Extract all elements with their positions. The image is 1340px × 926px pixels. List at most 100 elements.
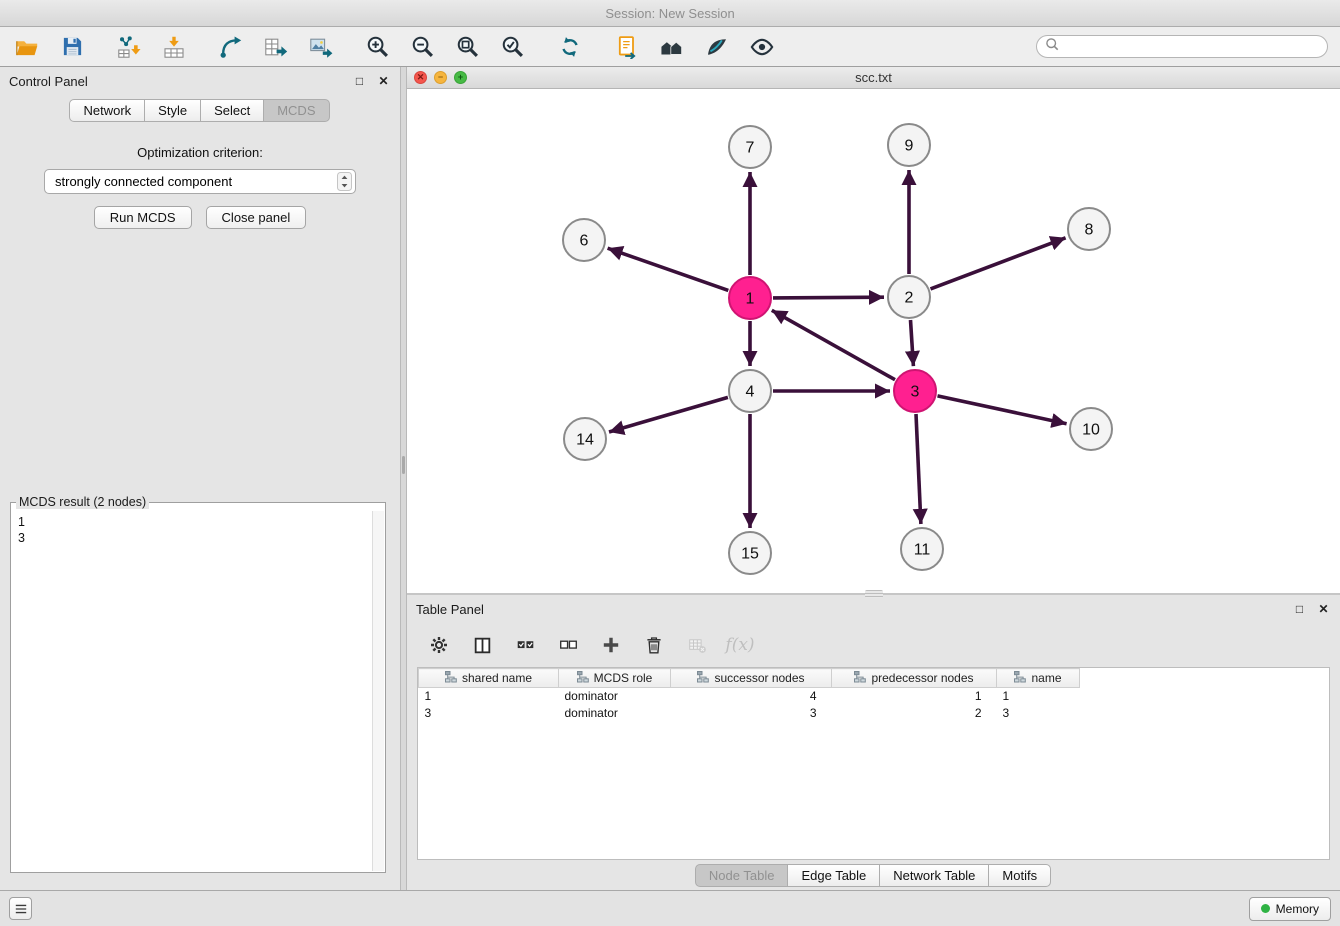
column-header-successor-nodes[interactable]: successor nodes — [671, 669, 832, 688]
node-2[interactable]: 2 — [888, 276, 930, 318]
table-row[interactable]: 3dominator323 — [419, 705, 1080, 722]
table-cell[interactable]: 3 — [997, 705, 1080, 722]
paint-style-icon[interactable] — [702, 32, 732, 62]
node-3[interactable]: 3 — [894, 370, 936, 412]
export-table-icon[interactable] — [261, 32, 291, 62]
column-header-name[interactable]: name — [997, 669, 1080, 688]
save-session-icon[interactable] — [57, 32, 87, 62]
table-cell[interactable]: dominator — [559, 688, 671, 705]
result-line: 3 — [18, 530, 372, 546]
edge-1-6[interactable] — [608, 248, 729, 290]
minimize-window-icon[interactable]: − — [434, 71, 447, 84]
close-panel-icon[interactable]: ✕ — [1316, 602, 1331, 617]
column-header-predecessor-nodes[interactable]: predecessor nodes — [832, 669, 997, 688]
import-table-icon[interactable] — [159, 32, 189, 62]
network-canvas-wrap[interactable]: 7 9 6 8 1 2 4 3 14 10 15 11 — [407, 89, 1340, 593]
tab-node-table[interactable]: Node Table — [695, 864, 789, 887]
tab-edge-table[interactable]: Edge Table — [787, 864, 880, 887]
table-settings-icon[interactable] — [426, 632, 452, 658]
result-scrollbar[interactable] — [372, 511, 384, 871]
splitter-handle[interactable] — [865, 590, 883, 598]
panel-splitter[interactable] — [400, 67, 407, 890]
refresh-layout-icon[interactable] — [555, 32, 585, 62]
export-image-icon[interactable] — [306, 32, 336, 62]
edge-3-11[interactable] — [916, 414, 921, 524]
node-7[interactable]: 7 — [729, 126, 771, 168]
search-box[interactable] — [1036, 35, 1328, 58]
home-layout-icon[interactable] — [657, 32, 687, 62]
edge-4-14[interactable] — [609, 397, 728, 432]
edge-3-1[interactable] — [772, 310, 895, 379]
node-6[interactable]: 6 — [563, 219, 605, 261]
table-cell[interactable]: 2 — [832, 705, 997, 722]
edge-1-2[interactable] — [773, 297, 884, 298]
node-1[interactable]: 1 — [729, 277, 771, 319]
tab-select[interactable]: Select — [200, 99, 264, 122]
table-cell[interactable]: 1 — [419, 688, 559, 705]
network-canvas: 7 9 6 8 1 2 4 3 14 10 15 11 — [407, 89, 1340, 593]
close-panel-button[interactable]: Close panel — [206, 206, 307, 229]
node-14[interactable]: 14 — [564, 418, 606, 460]
tab-style[interactable]: Style — [144, 99, 201, 122]
close-window-icon[interactable]: ✕ — [414, 71, 427, 84]
column-sort-icon — [697, 671, 709, 686]
table-cell[interactable]: 3 — [671, 705, 832, 722]
node-11[interactable]: 11 — [901, 528, 943, 570]
tab-network-table[interactable]: Network Table — [879, 864, 989, 887]
table-cell[interactable]: 1 — [832, 688, 997, 705]
node-label: 6 — [580, 233, 589, 250]
node-label: 3 — [911, 384, 920, 401]
node-4[interactable]: 4 — [729, 370, 771, 412]
float-panel-icon[interactable]: □ — [352, 74, 367, 89]
zoom-fit-icon[interactable] — [453, 32, 483, 62]
float-panel-icon[interactable]: □ — [1292, 602, 1307, 617]
table-cell[interactable]: dominator — [559, 705, 671, 722]
tab-network[interactable]: Network — [69, 99, 145, 122]
edge-2-8[interactable] — [931, 238, 1066, 289]
node-8[interactable]: 8 — [1068, 208, 1110, 250]
dropdown-stepper-icon — [337, 172, 352, 191]
delete-column-icon[interactable] — [641, 632, 667, 658]
task-history-icon[interactable] — [9, 897, 32, 920]
import-network-icon[interactable] — [114, 32, 144, 62]
window-titlebar: Session: New Session — [0, 0, 1340, 27]
column-header-mcds-role[interactable]: MCDS role — [559, 669, 671, 688]
column-header-shared-name[interactable]: shared name — [419, 669, 559, 688]
result-line: 1 — [18, 514, 372, 530]
show-graphics-icon[interactable] — [747, 32, 777, 62]
criterion-value: strongly connected component — [55, 174, 232, 189]
deselect-all-icon[interactable] — [555, 632, 581, 658]
table-cell[interactable]: 4 — [671, 688, 832, 705]
tab-mcds[interactable]: MCDS — [263, 99, 329, 122]
memory-button[interactable]: Memory — [1249, 897, 1331, 921]
add-column-icon[interactable] — [598, 632, 624, 658]
horizontal-splitter[interactable] — [407, 593, 1340, 595]
new-network-icon[interactable] — [216, 32, 246, 62]
copy-style-icon[interactable] — [612, 32, 642, 62]
table-panel-title: Table Panel — [416, 602, 484, 617]
table-row[interactable]: 1dominator411 — [419, 688, 1080, 705]
select-all-icon[interactable] — [512, 632, 538, 658]
zoom-selected-icon[interactable] — [498, 32, 528, 62]
edge-3-10[interactable] — [938, 396, 1067, 424]
zoom-window-icon[interactable]: + — [454, 71, 467, 84]
tab-motifs[interactable]: Motifs — [988, 864, 1051, 887]
zoom-out-icon[interactable] — [408, 32, 438, 62]
open-session-icon[interactable] — [12, 32, 42, 62]
node-10[interactable]: 10 — [1070, 408, 1112, 450]
toolbar-group — [612, 32, 777, 62]
run-mcds-button[interactable]: Run MCDS — [94, 206, 192, 229]
splitter-handle[interactable] — [402, 456, 405, 474]
search-input[interactable] — [1064, 40, 1319, 54]
column-label: MCDS role — [594, 671, 653, 685]
zoom-in-icon[interactable] — [363, 32, 393, 62]
node-15[interactable]: 15 — [729, 532, 771, 574]
node-9[interactable]: 9 — [888, 124, 930, 166]
show-columns-icon[interactable] — [469, 632, 495, 658]
close-panel-icon[interactable]: ✕ — [376, 74, 391, 89]
toolbar-group — [12, 32, 87, 62]
edge-2-3[interactable] — [911, 320, 914, 366]
table-cell[interactable]: 3 — [419, 705, 559, 722]
optimization-criterion-select[interactable]: strongly connected component — [44, 169, 356, 194]
table-cell[interactable]: 1 — [997, 688, 1080, 705]
